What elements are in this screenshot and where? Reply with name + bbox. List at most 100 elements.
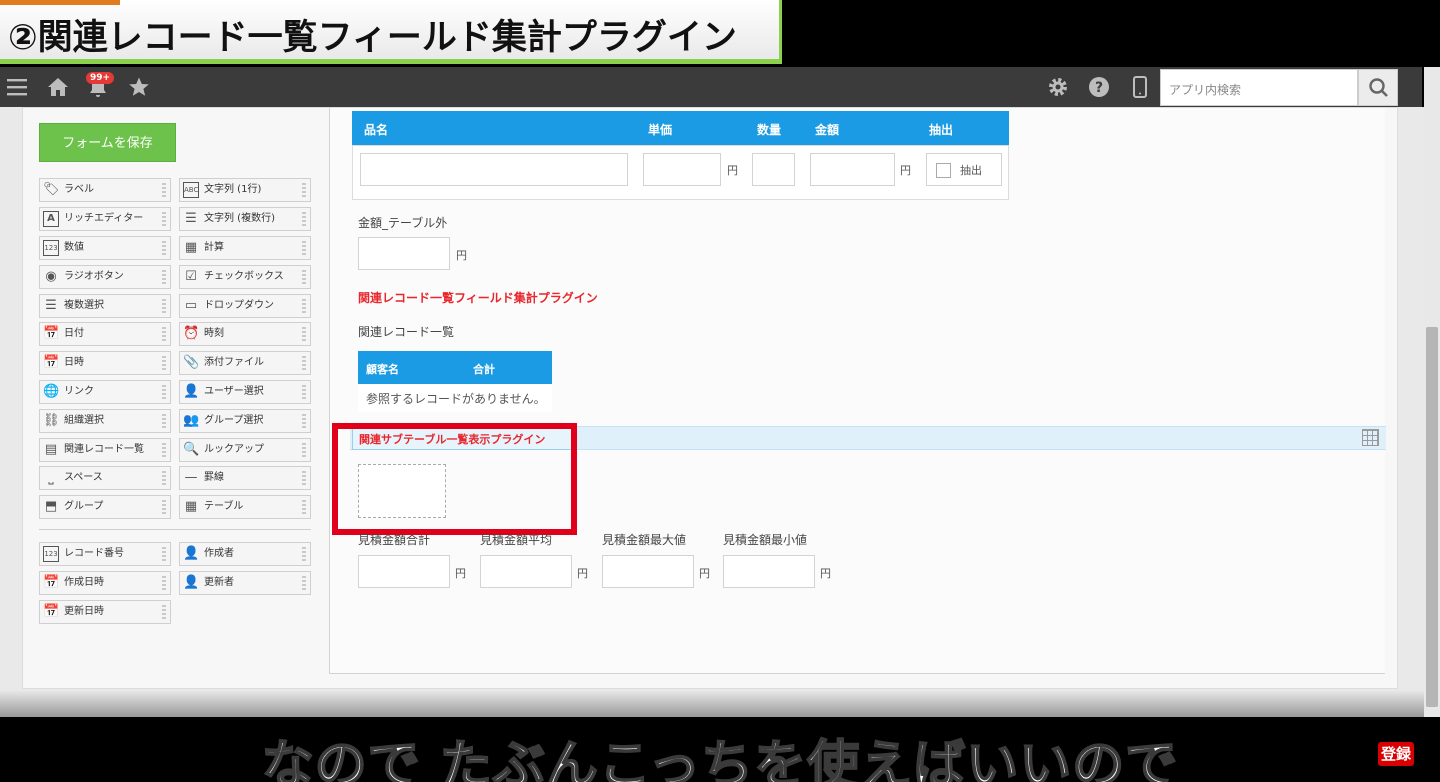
palette-item-modifier[interactable]: 👤 更新者: [179, 571, 311, 595]
palette-item-org-select[interactable]: ⛓ 組織選択: [39, 409, 171, 433]
palette-item-created-at[interactable]: 📅 作成日時: [39, 571, 171, 595]
related-records-empty: 参照するレコードがありません。: [358, 384, 552, 412]
palette-item-text-single[interactable]: ABC 文字列 (1行): [179, 178, 311, 202]
palette-item-table[interactable]: ▦ テーブル: [179, 495, 311, 519]
palette-item-creator[interactable]: 👤 作成者: [179, 542, 311, 566]
drag-handle[interactable]: [302, 576, 306, 590]
drag-handle[interactable]: [162, 327, 166, 341]
drag-handle[interactable]: [162, 547, 166, 561]
palette-item-user-select[interactable]: 👤 ユーザー選択: [179, 380, 311, 404]
drag-handle[interactable]: [302, 270, 306, 284]
drag-handle[interactable]: [302, 212, 306, 226]
palette-item-number[interactable]: 123 数値: [39, 236, 171, 260]
hamburger-icon[interactable]: [5, 75, 29, 99]
drag-handle[interactable]: [302, 327, 306, 341]
drag-handle[interactable]: [302, 500, 306, 514]
estimate-total-label: 見積金額合計: [358, 533, 431, 547]
drag-handle[interactable]: [162, 299, 166, 313]
palette-item-dropdown[interactable]: ▭ ドロップダウン: [179, 294, 311, 318]
save-form-button[interactable]: フォームを保存: [39, 123, 176, 162]
palette-item-link[interactable]: 🌐 リンク: [39, 380, 171, 404]
drag-handle[interactable]: [162, 385, 166, 399]
group-icon: ⬒: [44, 499, 58, 514]
palette-item-radio[interactable]: ◉ ラジオボタン: [39, 265, 171, 289]
drag-handle[interactable]: [162, 576, 166, 590]
calendar-icon: 📅: [43, 326, 60, 341]
space-icon: ⎵: [48, 470, 54, 485]
drag-handle[interactable]: [162, 500, 166, 514]
drag-handle[interactable]: [302, 241, 306, 255]
palette-item-space[interactable]: ⎵ スペース: [39, 466, 171, 490]
yen-unit: 円: [820, 567, 831, 580]
plugin-label[interactable]: 関連レコード一覧フィールド集計プラグイン: [358, 289, 598, 306]
quantity-input[interactable]: [752, 153, 795, 186]
drag-handle[interactable]: [162, 241, 166, 255]
home-icon[interactable]: [46, 75, 70, 99]
palette-item-label[interactable]: 🏷 ラベル: [39, 178, 171, 202]
drag-handle[interactable]: [302, 443, 306, 457]
subtable-row: 円 円 抽出: [352, 145, 1009, 200]
palette-item-datetime[interactable]: 📅 日時: [39, 351, 171, 375]
drag-handle[interactable]: [302, 183, 306, 197]
related-records-header: 顧客名 合計: [358, 351, 552, 384]
gear-icon[interactable]: [1046, 75, 1070, 99]
mobile-icon[interactable]: [1128, 75, 1152, 99]
estimate-average-input[interactable]: [480, 555, 572, 588]
drag-handle[interactable]: [162, 605, 166, 619]
amount-input[interactable]: [810, 153, 895, 186]
caption-bar: なので たぶんこっちを使えばいいので: [0, 717, 1440, 782]
outside-amount-input[interactable]: [358, 237, 450, 270]
item-name-input[interactable]: [360, 153, 628, 186]
estimate-total-input[interactable]: [358, 555, 450, 588]
palette-item-updated-at[interactable]: 📅 更新日時: [39, 600, 171, 624]
palette-item-rich-editor[interactable]: A リッチエディター: [39, 207, 171, 231]
app-search-input[interactable]: アプリ内検索: [1160, 69, 1358, 106]
palette-item-record-number[interactable]: 123 レコード番号: [39, 542, 171, 566]
help-icon[interactable]: ?: [1087, 75, 1111, 99]
drag-handle[interactable]: [302, 385, 306, 399]
drag-handle[interactable]: [302, 547, 306, 561]
text-abc-icon: ABC: [183, 182, 199, 198]
form-layout-area: 品名 単価 数量 金額 抽出 円 円 抽出 金額_テーブル外 円 関連レコード一…: [329, 108, 1386, 674]
drag-handle[interactable]: [302, 356, 306, 370]
banner-accent: [0, 0, 120, 5]
extract-checkbox-label: 抽出: [960, 164, 982, 177]
drag-handle[interactable]: [302, 414, 306, 428]
drag-handle[interactable]: [162, 270, 166, 284]
estimate-average-label: 見積金額平均: [480, 533, 553, 547]
drag-handle[interactable]: [162, 356, 166, 370]
palette-item-attachment[interactable]: 📎 添付ファイル: [179, 351, 311, 375]
grid-icon[interactable]: [1362, 429, 1379, 446]
palette-item-time[interactable]: ⏰ 時刻: [179, 322, 311, 346]
palette-item-lookup[interactable]: 🔍 ルックアップ: [179, 438, 311, 462]
drag-handle[interactable]: [302, 299, 306, 313]
palette-item-group[interactable]: ⬒ グループ: [39, 495, 171, 519]
calendar-icon: 📅: [43, 604, 60, 619]
drag-handle[interactable]: [162, 471, 166, 485]
palette-item-related-records[interactable]: ▤ 関連レコード一覧: [39, 438, 171, 462]
palette-item-text-multi[interactable]: ☰ 文字列 (複数行): [179, 207, 311, 231]
users-icon: 👥: [183, 413, 200, 428]
lookup-icon: 🔍: [183, 442, 200, 457]
palette-item-calc[interactable]: ▦ 計算: [179, 236, 311, 260]
page-scrollbar[interactable]: [1424, 67, 1440, 717]
estimate-max-input[interactable]: [602, 555, 694, 588]
palette-item-checkbox[interactable]: ☑ チェックボックス: [179, 265, 311, 289]
star-icon[interactable]: [127, 75, 151, 99]
drag-handle[interactable]: [162, 414, 166, 428]
col-header-quantity: 数量: [757, 123, 782, 137]
subscribe-badge: 登録: [1378, 742, 1414, 766]
palette-item-multi-select[interactable]: ☰ 複数選択: [39, 294, 171, 318]
drag-handle[interactable]: [162, 212, 166, 226]
palette-item-border[interactable]: — 罫線: [179, 466, 311, 490]
unit-price-input[interactable]: [643, 153, 721, 186]
scrollbar-thumb[interactable]: [1426, 327, 1438, 707]
drag-handle[interactable]: [162, 443, 166, 457]
drag-handle[interactable]: [302, 471, 306, 485]
extract-checkbox[interactable]: [936, 163, 951, 178]
estimate-min-input[interactable]: [723, 555, 815, 588]
palette-item-date[interactable]: 📅 日付: [39, 322, 171, 346]
palette-item-group-select[interactable]: 👥 グループ選択: [179, 409, 311, 433]
search-button[interactable]: [1358, 69, 1398, 106]
drag-handle[interactable]: [162, 183, 166, 197]
